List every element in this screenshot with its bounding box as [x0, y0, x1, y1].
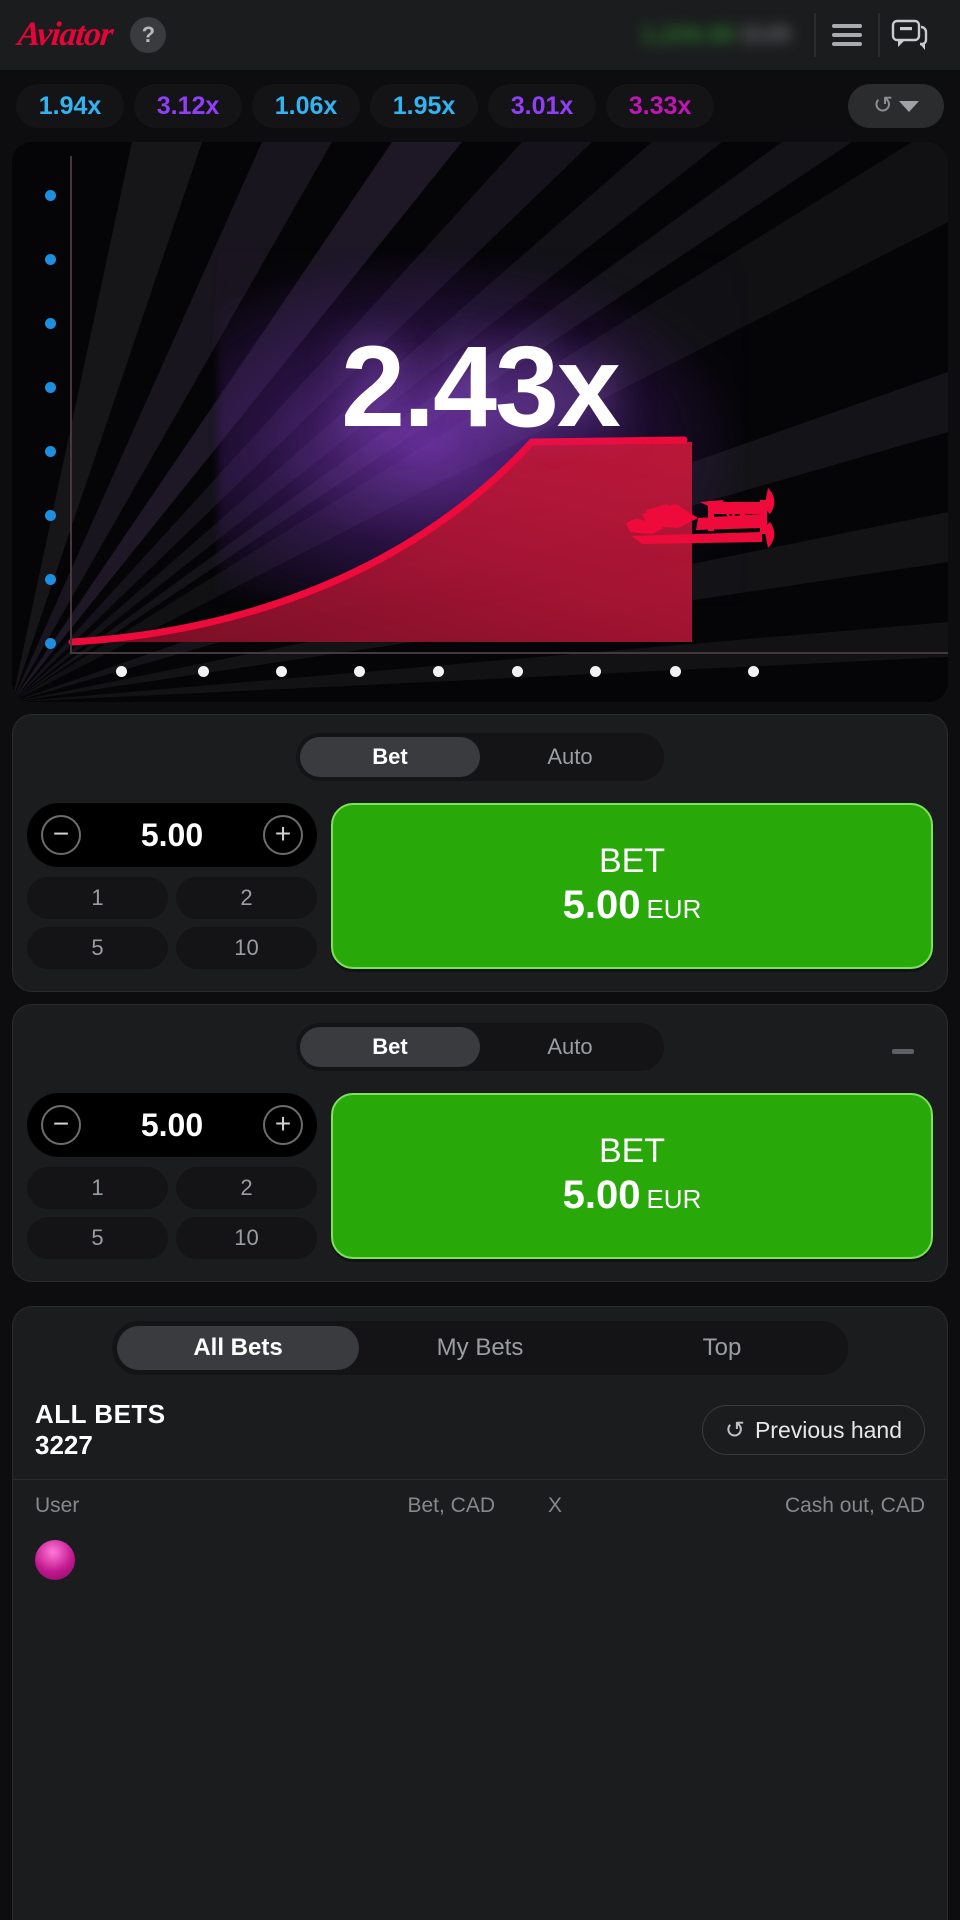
minus-icon [892, 1048, 914, 1054]
history-chip[interactable]: 3.01x [488, 84, 596, 128]
plus-circle-icon[interactable]: + [263, 1105, 303, 1145]
history-toggle-button[interactable]: ↺ [848, 84, 944, 128]
bets-meta-row: ALL BETS 3227 ↺ Previous hand [13, 1389, 947, 1479]
quick-amounts-2: 1 2 5 10 [27, 1167, 317, 1259]
bet-panel-2: Bet Auto − 5.00 + 1 2 5 10 BET 5.00 EUR [12, 1004, 948, 1282]
quick-amount-button[interactable]: 2 [176, 1167, 317, 1209]
hamburger-menu-icon [832, 19, 862, 51]
bet-button-amount-value-2: 5.00 [562, 1172, 641, 1217]
tab-all-bets[interactable]: All Bets [117, 1326, 359, 1370]
help-button[interactable]: ? [130, 17, 167, 53]
place-bet-button-1[interactable]: BET 5.00 EUR [331, 803, 933, 969]
game-canvas: 2.43x X [12, 142, 948, 702]
balance-currency: EUR [742, 22, 792, 47]
bet-button-currency-1: EUR [646, 893, 702, 924]
history-chip[interactable]: 3.33x [606, 84, 714, 128]
bet-panel-1: Bet Auto − 5.00 + 1 2 5 10 BET 5.00 EUR [12, 714, 948, 992]
tab-bet-1[interactable]: Bet [300, 737, 480, 777]
history-chip[interactable]: 1.06x [252, 84, 360, 128]
quick-amounts-1: 1 2 5 10 [27, 877, 317, 969]
current-multiplier: 2.43x [341, 323, 621, 451]
menu-button[interactable] [816, 13, 878, 57]
chat-button[interactable] [880, 13, 942, 57]
all-bets-title: ALL BETS [35, 1399, 166, 1429]
bet-mode-switch-1: Bet Auto [296, 733, 664, 781]
bet-button-currency-2: EUR [646, 1183, 702, 1214]
bet-button-label-1: BET [598, 842, 666, 881]
collapse-panel-button-2[interactable] [881, 1029, 925, 1073]
bet-amount-value-1[interactable]: 5.00 [141, 817, 203, 854]
app-header: Aviator ? 1,234.00 EUR [0, 0, 960, 70]
bet-button-amount-value-1: 5.00 [562, 882, 641, 927]
all-bets-count: 3227 [35, 1430, 93, 1460]
quick-amount-button[interactable]: 1 [27, 1167, 168, 1209]
minus-circle-icon[interactable]: − [41, 1105, 81, 1145]
history-chip[interactable]: 1.94x [16, 84, 124, 128]
bet-mode-switch-2: Bet Auto [296, 1023, 664, 1071]
aviator-app: Aviator ? 1,234.00 EUR 1.94x 3.12x 1.06x… [0, 0, 960, 1920]
bet-amount-stepper-2: − 5.00 + [27, 1093, 317, 1157]
aviator-logo: Aviator [16, 16, 115, 53]
place-bet-button-2[interactable]: BET 5.00 EUR [331, 1093, 933, 1259]
history-clock-icon: ↺ [724, 1416, 745, 1444]
table-row[interactable] [13, 1532, 947, 1588]
minus-circle-icon[interactable]: − [41, 815, 81, 855]
plus-circle-icon[interactable]: + [263, 815, 303, 855]
x-axis-line [70, 652, 948, 654]
question-mark-icon: ? [141, 22, 156, 47]
quick-amount-button[interactable]: 5 [27, 927, 168, 969]
bet-amount-value-2[interactable]: 5.00 [141, 1107, 203, 1144]
column-cashout: Cash out, CAD [784, 1494, 925, 1517]
bet-controls-1: − 5.00 + 1 2 5 10 BET 5.00 EUR [27, 803, 933, 969]
tab-top[interactable]: Top [601, 1326, 843, 1370]
svg-text:X: X [724, 509, 738, 531]
column-bet: Bet, CAD [407, 1494, 495, 1517]
header-right-group: 1,234.00 EUR [642, 0, 942, 70]
balance-display: 1,234.00 EUR [642, 22, 814, 48]
history-chip[interactable]: 1.95x [370, 84, 478, 128]
bet-amount-stepper-1: − 5.00 + [27, 803, 317, 867]
tab-auto-1[interactable]: Auto [480, 737, 660, 777]
bets-section: All Bets My Bets Top ALL BETS 3227 ↺ Pre… [12, 1306, 948, 1920]
previous-hand-button[interactable]: ↺ Previous hand [701, 1405, 925, 1455]
bet-panels: Bet Auto − 5.00 + 1 2 5 10 BET 5.00 EUR … [0, 702, 960, 1294]
quick-amount-button[interactable]: 10 [176, 1217, 317, 1259]
bet-button-amount-2: 5.00 EUR [563, 1171, 702, 1219]
x-axis-dots [12, 666, 948, 678]
bet-button-label-2: BET [598, 1132, 666, 1171]
chevron-down-icon [899, 100, 920, 112]
chat-bubble-icon [891, 19, 928, 50]
bet-button-amount-1: 5.00 EUR [563, 881, 702, 929]
red-biplane-icon: X [626, 488, 775, 548]
bet-amount-group-2: − 5.00 + 1 2 5 10 [27, 1093, 317, 1259]
tab-my-bets[interactable]: My Bets [359, 1326, 601, 1370]
column-multiplier: X [547, 1494, 562, 1517]
bet-controls-2: − 5.00 + 1 2 5 10 BET 5.00 EUR [27, 1093, 933, 1259]
quick-amount-button[interactable]: 2 [176, 877, 317, 919]
all-bets-summary: ALL BETS 3227 [35, 1399, 166, 1461]
column-user: User [35, 1494, 80, 1517]
bet-amount-group-1: − 5.00 + 1 2 5 10 [27, 803, 317, 969]
avatar [35, 1540, 75, 1580]
quick-amount-button[interactable]: 1 [27, 877, 168, 919]
tab-bet-2[interactable]: Bet [300, 1027, 480, 1067]
history-clock-icon: ↺ [872, 92, 894, 119]
previous-hand-label: Previous hand [754, 1416, 902, 1443]
quick-amount-button[interactable]: 10 [176, 927, 317, 969]
bets-table-header: User Bet, CAD X Cash out, CAD [13, 1479, 947, 1532]
bets-tabs: All Bets My Bets Top [112, 1321, 848, 1375]
multiplier-history-bar: 1.94x 3.12x 1.06x 1.95x 3.01x 3.33x ↺ [0, 70, 960, 142]
quick-amount-button[interactable]: 5 [27, 1217, 168, 1259]
history-chip[interactable]: 3.12x [134, 84, 242, 128]
tab-auto-2[interactable]: Auto [480, 1027, 660, 1067]
balance-amount: 1,234.00 [641, 22, 736, 47]
